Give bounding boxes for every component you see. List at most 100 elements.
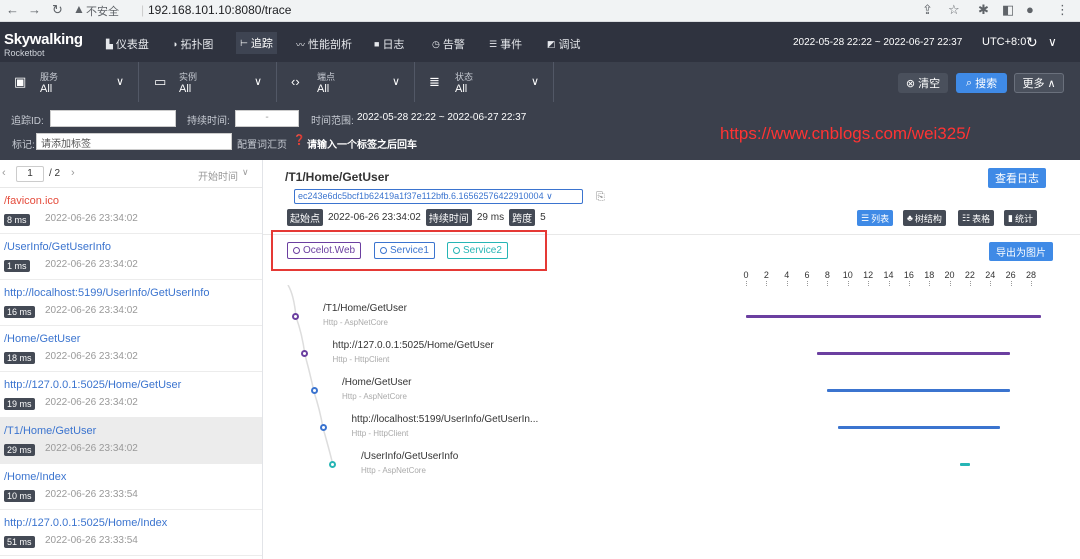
trace-list-item[interactable]: http://127.0.0.1:5025/Home/GetUser 19 ms 2… [0,372,262,418]
nav-event[interactable]: ☰ 事件 [489,34,522,54]
page-total: / 2 [49,168,61,179]
trace-duration: 18 ms [4,352,35,364]
url-separator: | [141,3,145,17]
span-node-dot [319,424,327,431]
span-duration-bar[interactable] [746,315,1041,318]
time-range-value[interactable]: 2022-05-28 22:22 ~ 2022-06-27 22:37 [357,112,526,123]
trace-time: 2022-06-26 23:34:02 [45,351,138,362]
view-list-button[interactable]: ☰ 列表 [857,210,894,226]
search-button[interactable]: ⌕ 搜索 [956,73,1007,93]
span-duration-bar[interactable] [959,463,970,466]
trace-list-item[interactable]: /UserInfo/GetUserInfo 1 ms 2022-06-26 23:3… [0,234,262,280]
trace-list-item[interactable]: http://127.0.0.1:5025/Home/Index 51 ms 202… [0,510,262,556]
span-type: Http - AspNetCore [342,392,407,401]
config-link[interactable]: 配置词汇页 [237,136,287,151]
trace-time: 2022-06-26 23:34:02 [45,213,138,224]
filter-bar: ▣ 服务 All ∨ ▭ 实例 All ∨ ‹› 端点 All ∨ ≣ 状态 A… [0,62,1080,102]
nav-topology[interactable]: ◑ 拓扑图 [172,34,213,54]
span-endpoint[interactable]: /T1/Home/GetUser [323,303,407,314]
axis-tick-mark [969,281,971,286]
refresh-icon[interactable]: ↻ [1026,34,1038,51]
trace-endpoint: /UserInfo/GetUserInfo [4,241,111,253]
view-stats-button[interactable]: ▮ 统计 [1004,210,1037,226]
span-endpoint[interactable]: http://localhost:5199/UserInfo/GetUserIn… [352,414,539,425]
tags-input[interactable]: 请添加标签 [36,133,232,150]
copy-icon[interactable]: ⎘ [596,191,605,204]
trace-id-select[interactable]: ec243e6dc5bcf1b62419a1f37e112bfb.6.16562… [294,189,583,204]
sort-select[interactable]: 开始时间 [198,168,238,183]
date-range[interactable]: 2022-05-28 22:22 ~ 2022-06-27 22:37 [793,37,962,48]
back-icon[interactable]: ← [6,2,19,17]
axis-tick-label: 28 [1025,270,1036,280]
view-logs-button[interactable]: 查看日志 [988,168,1046,188]
nav-profile[interactable]: 〰性能剖析 [296,34,352,54]
trace-list-item[interactable]: /T1/Home/GetUser 29 ms 2022-06-26 23:34:02 [0,418,262,464]
nav-alarm[interactable]: ◷ 告警 [432,34,465,54]
span-node-dot [310,387,318,394]
span-duration-bar[interactable] [827,389,1011,392]
url-bar[interactable]: 192.168.101.10:8080/trace [148,3,291,17]
service-select[interactable]: ▣ 服务 All ∨ [0,62,139,102]
axis-tick-mark [847,281,849,286]
trace-list-item[interactable]: /Home/GetUser 18 ms 2022-06-26 23:34:02 [0,326,262,372]
clear-button[interactable]: ⊗ 清空 [898,73,948,93]
span-count-tag: 跨度 [509,209,536,226]
nav-log[interactable]: ■ 日志 [374,34,404,54]
timezone[interactable]: UTC+8:0 [982,36,1026,48]
trace-time: 2022-06-26 23:34:02 [45,259,138,270]
axis-tick-label: 26 [1005,270,1016,280]
trace-list-item[interactable]: http://localhost:5199/UserInfo/GetUserIn… [0,280,262,326]
instance-select[interactable]: ▭ 实例 All ∨ [139,62,277,102]
nav-trace[interactable]: ⊢ 追踪 [236,32,277,54]
axis-tick-mark [786,281,788,286]
reload-icon[interactable]: ↻ [52,2,63,18]
page-input[interactable]: 1 [16,166,44,182]
chevron-down-icon[interactable]: ∨ [1048,35,1057,49]
extensions-icon[interactable]: ✱ [978,2,989,18]
trace-time: 2022-06-26 23:33:54 [45,489,138,500]
star-icon[interactable]: ☆ [948,2,960,18]
chevron-down-icon: ∨ [531,76,540,88]
trace-list-item[interactable]: /Home/Index 10 ms 2022-06-26 23:33:54 [0,464,262,510]
profile-icon[interactable]: ● [1026,2,1034,17]
trace-list-item[interactable]: /favicon.ico 8 ms 2022-06-26 23:34:02 [0,188,262,234]
menu-icon[interactable]: ⋮ [1056,2,1069,18]
view-tree-button[interactable]: ♣ 树结构 [903,210,946,226]
next-page-icon[interactable]: › [71,167,75,179]
trace-duration: 29 ms [4,444,35,456]
duration-label: 持续时间: [187,116,230,127]
search-icon: ⌕ [965,76,973,89]
duration-tag: 持续时间 [425,209,472,226]
nav-debug[interactable]: ◩ 调试 [547,34,581,54]
axis-tick-label: 16 [903,270,914,280]
axis-tick-label: 10 [842,270,853,280]
view-table-button[interactable]: ☷ 表格 [958,210,995,226]
nav-dashboard[interactable]: ▙ 仪表盘 [106,34,149,54]
span-endpoint[interactable]: /Home/GetUser [342,377,411,388]
trace-meta: 起始点 2022-06-26 23:34:02 持续时间 29 ms 跨度 5 [287,209,546,226]
sidebar-icon[interactable]: ◧ [1002,2,1014,18]
forward-icon[interactable]: → [28,2,41,17]
span-endpoint[interactable]: http://127.0.0.1:5025/Home/GetUser [333,340,494,351]
trace-time: 2022-06-26 23:34:02 [45,305,138,316]
instance-icon: ▭ [154,74,167,89]
trace-time: 2022-06-26 23:33:54 [45,535,138,546]
axis-tick-mark [807,281,809,286]
prev-page-icon[interactable]: ‹ [2,167,6,179]
more-button[interactable]: 更多 ∧ [1014,73,1064,93]
status-select[interactable]: ≣ 状态 All ∨ [415,62,554,102]
topology-icon: ◑ [172,39,178,49]
endpoint-select[interactable]: ‹› 端点 All ∨ [277,62,415,102]
trace-id-input[interactable] [50,110,176,127]
axis-tick-label: 24 [985,270,996,280]
code-icon: ‹› [291,74,300,89]
span-duration-bar[interactable] [817,352,1011,355]
export-image-button[interactable]: 导出为图片 [989,242,1053,261]
duration-input[interactable]: - [235,110,299,127]
span-endpoint[interactable]: /UserInfo/GetUserInfo [361,451,458,462]
share-icon[interactable]: ⇪ [922,2,933,18]
axis-tick-label: 18 [924,270,935,280]
span-duration-bar[interactable] [837,426,1001,429]
chevron-down-icon: ∨ [116,76,125,88]
help-icon: ❓ [293,135,306,146]
